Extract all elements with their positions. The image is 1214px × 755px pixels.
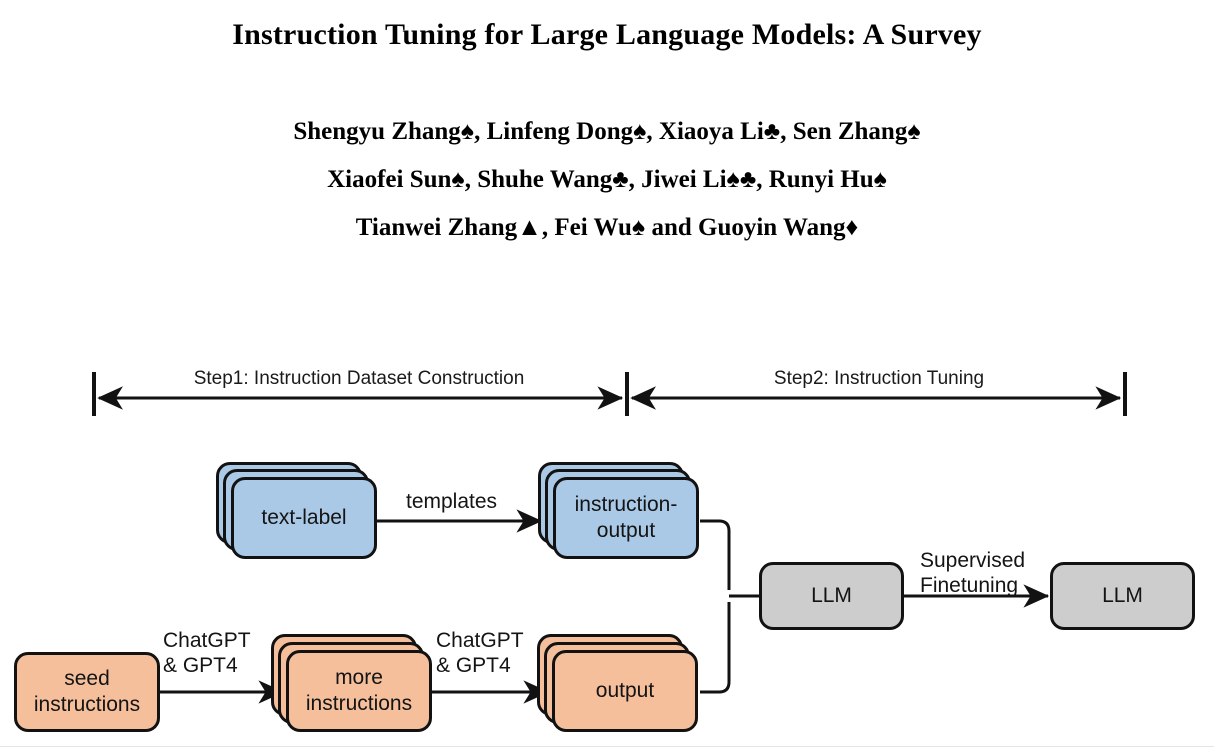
edge-label-chatgpt-gpt4-a: ChatGPT & GPT4 (163, 629, 251, 677)
node-output[interactable]: output (552, 650, 698, 732)
node-more-instructions-text: more instructions (305, 666, 413, 715)
node-instruction-output-text: instruction- output (574, 493, 678, 542)
node-more-instructions[interactable]: more instructions (286, 650, 432, 732)
edge-output-to-llm (700, 602, 731, 694)
page-bottom-rule (0, 746, 1214, 747)
step1-label: Step1: Instruction Dataset Construction (193, 368, 525, 389)
node-seed-instructions[interactable]: seed instructions (14, 652, 160, 732)
node-llm-tuned[interactable]: LLM (1050, 562, 1195, 630)
step2-label: Step2: Instruction Tuning (773, 368, 985, 389)
node-output-text: output (595, 679, 655, 702)
node-llm-base[interactable]: LLM (759, 562, 904, 630)
pipeline-figure: Step1: Instruction Dataset Construction … (0, 0, 1214, 755)
node-llm-tuned-text: LLM (1102, 584, 1143, 607)
node-text-label-text: text-label (261, 506, 347, 529)
edge-label-templates: templates (406, 490, 498, 513)
node-text-label[interactable]: text-label (231, 477, 377, 559)
node-instruction-output[interactable]: instruction- output (553, 477, 699, 559)
edge-instruction-output-to-llm (700, 519, 731, 590)
edge-label-supervised-finetuning: Supervised Finetuning (920, 549, 1026, 597)
node-seed-instructions-text: seed instructions (33, 667, 141, 716)
edge-label-chatgpt-gpt4-b: ChatGPT & GPT4 (436, 629, 524, 677)
node-llm-base-text: LLM (811, 584, 852, 607)
